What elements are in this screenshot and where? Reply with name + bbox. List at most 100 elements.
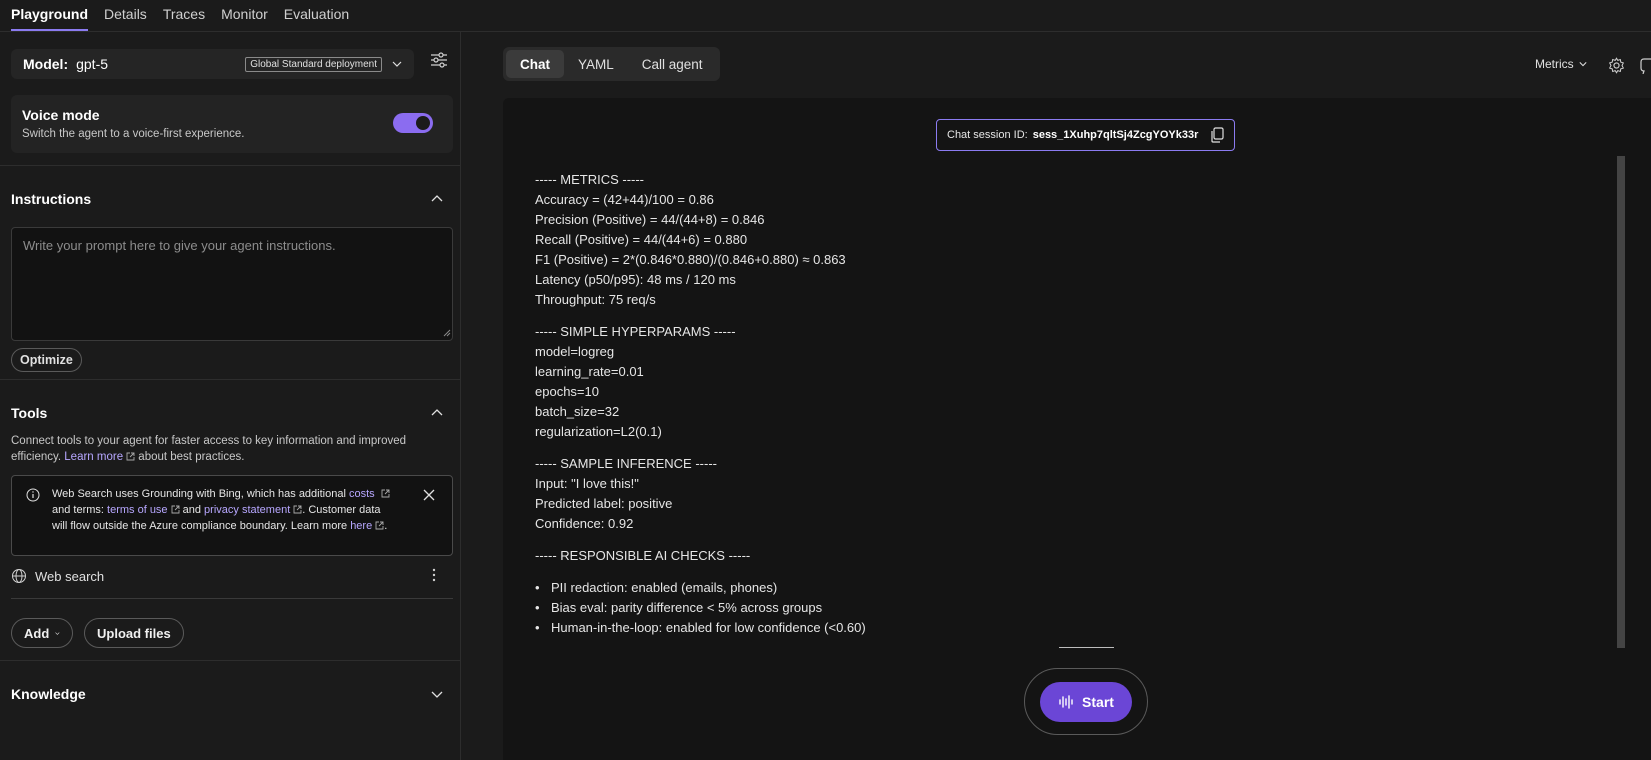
close-icon[interactable] [423,489,435,501]
message-line: Predicted label: positive [535,496,673,511]
instructions-title: Instructions [11,191,92,207]
notice-text-1: Web Search uses Grounding with Bing, whi… [52,488,346,500]
notice-text-2: and terms: [52,504,104,516]
metrics-dropdown[interactable]: Metrics [1535,57,1587,71]
message-line: Throughput: 75 req/s [535,292,656,307]
session-label: Chat session ID: [947,129,1028,141]
deployment-badge: Global Standard deployment [245,56,382,72]
external-link-icon [375,521,384,530]
message-line: learning_rate=0.01 [535,364,644,379]
list-item-text: Human-in-the-loop: enabled for low confi… [551,620,866,635]
notice-text: Web Search uses Grounding with Bing, whi… [52,486,392,534]
web-search-notice: Web Search uses Grounding with Bing, whi… [11,475,453,556]
list-item-text: PII redaction: enabled (emails, phones) [551,580,778,595]
chat-view-tabs: Chat YAML Call agent [503,47,720,81]
top-nav: Playground Details Traces Monitor Evalua… [0,0,1651,32]
external-link-icon [171,505,180,514]
tab-call-agent[interactable]: Call agent [628,50,717,78]
message-line: Precision (Positive) = 44/(44+8) = 0.846 [535,212,765,227]
tools-title: Tools [11,405,48,421]
voice-mode-title: Voice mode [22,107,100,123]
external-link-icon [293,505,302,514]
message-line: F1 (Positive) = 2*(0.846*0.880)/(0.846+0… [535,252,846,267]
terms-link[interactable]: terms of use [107,504,168,516]
start-label: Start [1082,693,1114,710]
message-line: regularization=L2(0.1) [535,424,662,439]
tab-playground[interactable]: Playground [11,6,89,31]
voice-mode-toggle[interactable] [393,113,433,133]
session-id-value: sess_1Xuhp7qltSj4ZcgYOYk33r [1032,129,1199,141]
voice-mode-card: Voice mode Switch the agent to a voice-f… [11,95,453,153]
message-line: Accuracy = (42+44)/100 = 0.86 [535,192,714,207]
chevron-down-icon [1579,62,1587,67]
external-link-icon [126,452,135,461]
knowledge-title: Knowledge [11,686,86,702]
external-link-icon [381,489,390,498]
tab-chat[interactable]: Chat [506,50,564,78]
web-search-label: Web search [35,568,105,584]
copy-icon[interactable] [1210,127,1224,143]
chat-bubble-icon[interactable] [1640,57,1651,74]
tab-traces[interactable]: Traces [163,6,205,31]
message-line: ----- METRICS ----- [535,172,645,187]
tools-desc-post: about best practices. [138,451,245,463]
start-voice-button[interactable]: Start [1040,681,1132,722]
message-line: Recall (Positive) = 44/(44+6) = 0.880 [535,232,748,247]
message-line: epochs=10 [535,384,599,399]
message-line: batch_size=32 [535,404,620,419]
model-settings-icon[interactable] [430,51,448,69]
divider [0,165,460,166]
here-link[interactable]: here [350,520,372,532]
audio-wave-icon [1059,694,1073,709]
message-line: Confidence: 0.92 [535,516,634,531]
metrics-label: Metrics [1535,57,1574,71]
list-item: PII redaction: enabled (emails, phones) [535,578,777,598]
message-line: ----- RESPONSIBLE AI CHECKS ----- [535,548,751,563]
chat-scrollbar[interactable] [1617,156,1625,648]
instructions-input[interactable]: Write your prompt here to give your agen… [11,227,453,341]
add-button[interactable]: Add [11,618,73,648]
notice-text-3: and [182,504,201,516]
left-config-panel: Model: gpt-5 Global Standard deployment … [0,32,461,760]
chevron-down-icon[interactable] [431,688,443,700]
list-item-text: Bias eval: parity difference < 5% across… [551,600,823,615]
chevron-down-icon [55,631,60,635]
chevron-up-icon[interactable] [431,407,443,419]
upload-files-button[interactable]: Upload files [84,618,184,648]
chevron-down-icon[interactable] [392,59,402,69]
list-item: Human-in-the-loop: enabled for low confi… [535,618,866,638]
toggle-knob [416,116,430,130]
message-line: ----- SIMPLE HYPERPARAMS ----- [535,324,736,339]
divider [0,379,460,380]
add-label: Add [24,625,50,641]
divider [11,598,453,599]
privacy-link[interactable]: privacy statement [204,504,290,516]
model-value: gpt-5 [76,56,109,72]
tab-evaluation[interactable]: Evaluation [284,6,349,31]
more-options-icon[interactable] [432,567,436,583]
tab-monitor[interactable]: Monitor [221,6,268,31]
learn-more-link[interactable]: Learn more [64,451,123,463]
message-line: ----- SAMPLE INFERENCE ----- [535,456,717,471]
globe-icon [12,569,26,583]
tools-description: Connect tools to your agent for faster a… [11,433,451,465]
message-line: Latency (p50/p95): 48 ms / 120 ms [535,272,736,287]
message-line: model=logreg [535,344,615,359]
resize-grip-icon[interactable] [443,329,451,337]
gear-icon[interactable] [1608,57,1625,74]
tab-yaml[interactable]: YAML [564,50,628,78]
voice-mode-subtitle: Switch the agent to a voice-first experi… [22,128,245,140]
message-line: Input: "I love this!" [535,476,639,491]
web-search-tool[interactable]: Web search [11,566,453,586]
list-item: Bias eval: parity difference < 5% across… [535,598,822,618]
model-selector[interactable]: Model: gpt-5 Global Standard deployment [11,49,414,79]
optimize-button[interactable]: Optimize [11,348,82,372]
divider [0,660,460,661]
costs-link[interactable]: costs [349,488,375,500]
info-icon [26,488,40,502]
chat-session-id: Chat session ID: sess_1Xuhp7qltSj4ZcgYOY… [936,119,1235,151]
notice-text-5: . [384,520,388,532]
chevron-up-icon[interactable] [431,193,443,205]
model-label: Model: [23,56,69,72]
tab-details[interactable]: Details [104,6,147,31]
